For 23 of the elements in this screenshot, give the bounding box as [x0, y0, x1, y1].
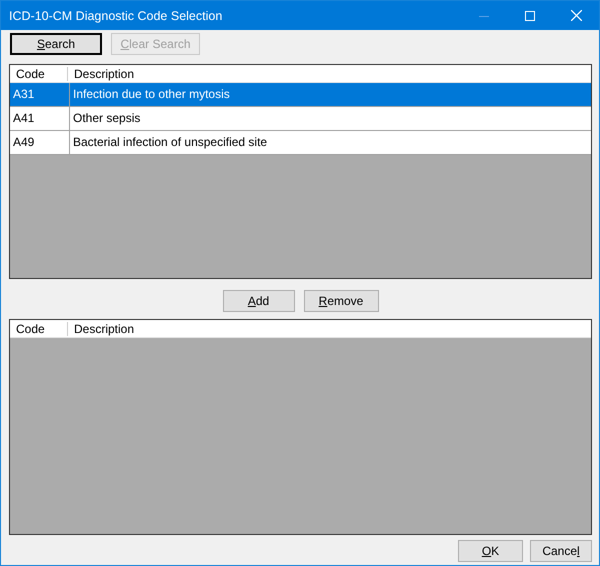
table-cell-text: Bacterial infection of unspecified site — [72, 134, 268, 151]
table-cell: A49 — [10, 131, 70, 154]
table-cell-text: Infection due to other mytosis — [72, 86, 230, 103]
table-cell: A41 — [10, 107, 70, 130]
code-list[interactable]: Code Description A31 Infection due to other mytosis A41 Other sepsis A49 Bacterial infection of unspecified site — [9, 64, 592, 279]
table-row[interactable]: A31 Infection due to other mytosis — [10, 83, 591, 107]
table-cell: A31 — [10, 83, 70, 106]
selected-code-list[interactable]: Code Description — [9, 319, 592, 535]
column-header[interactable]: Code — [10, 322, 68, 336]
table-cell-text: Other sepsis — [72, 110, 140, 127]
table-row[interactable]: A49 Bacterial infection of unspecified site — [10, 131, 591, 155]
cancel-button[interactable]: Cancel — [530, 540, 592, 562]
remove-button[interactable]: Remove — [304, 290, 378, 312]
window-title: ICD-10-CM Diagnostic Code Selection — [8, 8, 224, 22]
ok-button[interactable]: OK — [458, 540, 523, 562]
table-row[interactable]: A41 Other sepsis — [10, 107, 591, 131]
search-button[interactable]: Search — [10, 33, 102, 55]
column-header[interactable]: Description — [68, 66, 134, 80]
close-icon[interactable] — [570, 10, 582, 21]
column-header[interactable]: Code — [10, 66, 68, 80]
maximize-icon[interactable] — [525, 10, 535, 20]
column-header[interactable]: Description — [68, 322, 134, 336]
add-button[interactable]: Add — [222, 290, 294, 312]
